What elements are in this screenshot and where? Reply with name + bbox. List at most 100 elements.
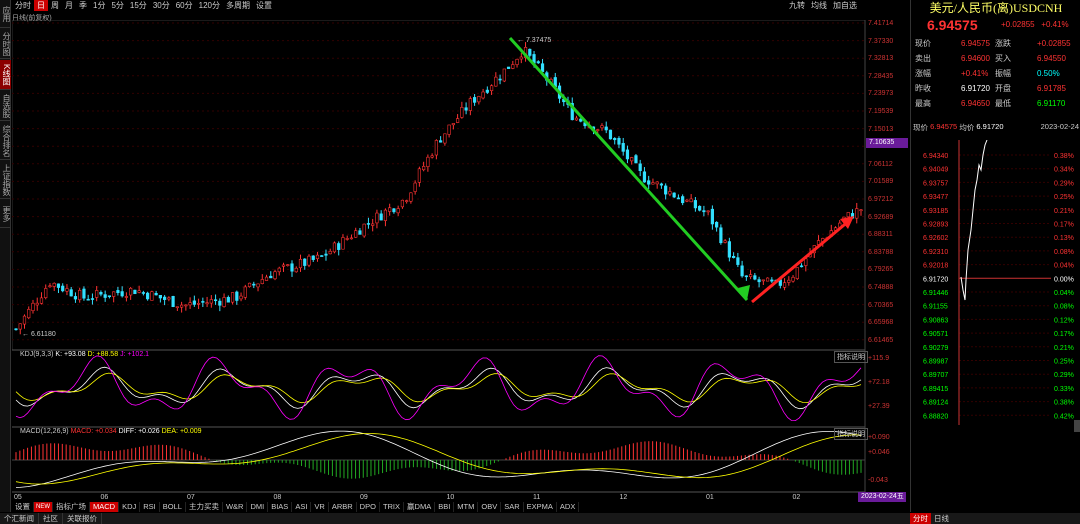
price-axis-label: 7.23973 — [868, 90, 894, 98]
sidebar-index[interactable]: 上证指数 — [0, 161, 11, 199]
candle-body — [205, 302, 209, 305]
macd-dea-line — [15, 433, 862, 485]
indicator-tab[interactable]: VR — [311, 502, 329, 512]
macd-axis-label: +0.046 — [868, 449, 890, 456]
macd-tab[interactable]: MACD — [90, 502, 120, 512]
indicator-tab[interactable]: OBV — [478, 502, 502, 512]
candle-body — [625, 149, 630, 160]
candle-body — [243, 286, 247, 298]
indicator-tab[interactable]: SAR — [501, 502, 524, 512]
candle-body — [638, 163, 642, 171]
candle-body — [73, 296, 78, 300]
quote-value: 6.91785 — [1037, 84, 1066, 93]
mini-tab-daily[interactable]: 日线 — [931, 513, 952, 524]
price-axis-label: 6.83788 — [868, 248, 894, 256]
candle-body — [655, 181, 659, 185]
candle-body — [188, 302, 192, 306]
indicator-tab[interactable]: MTM — [454, 502, 479, 512]
period-tab[interactable]: 120分 — [196, 0, 223, 11]
candle-body — [447, 124, 451, 135]
indicator-square-tab[interactable]: 指标广场 — [53, 502, 90, 512]
candle-body — [715, 221, 719, 228]
candle-body — [515, 58, 519, 65]
indicator-tab[interactable]: DPO — [357, 502, 380, 512]
month-label: 09 — [360, 494, 368, 501]
period-tab[interactable]: 1分 — [90, 0, 108, 11]
settings-tab[interactable]: 设置 — [12, 502, 34, 512]
candle-body — [307, 255, 311, 266]
indicator-tab[interactable]: W&R — [223, 502, 248, 512]
macd-info-button[interactable]: 指标说明 — [834, 428, 868, 440]
mini-price-label: 6.92018 — [923, 263, 948, 270]
candle-body — [672, 192, 676, 198]
status-news[interactable]: 个汇新闻 — [0, 513, 39, 524]
sidebar-kline[interactable]: K线图 — [0, 60, 11, 90]
price-axis-label: 6.97212 — [868, 196, 894, 203]
candle-body — [247, 282, 252, 287]
period-tab[interactable]: 周 — [48, 0, 62, 11]
price-axis-label: 6.88311 — [868, 231, 893, 239]
indicator-tab[interactable]: BOLL — [160, 502, 186, 512]
indicator-tab[interactable]: KDJ — [119, 502, 141, 512]
period-tab[interactable]: 60分 — [173, 0, 196, 11]
nine-turn-button[interactable]: 九转 — [786, 0, 808, 11]
indicator-tab[interactable]: RSI — [140, 502, 160, 512]
candle-body — [112, 291, 116, 297]
indicator-tab[interactable]: ASI — [292, 502, 312, 512]
mini-price-line — [960, 140, 988, 301]
sidebar-timeshare[interactable]: 分时图 — [0, 29, 11, 59]
indicator-tab[interactable]: ADX — [557, 502, 580, 512]
period-tab-active[interactable]: 日 — [34, 0, 48, 11]
period-tab[interactable]: 5分 — [108, 0, 126, 11]
mini-price-label: 6.88820 — [923, 413, 948, 420]
mini-price-label: 6.89707 — [923, 372, 948, 379]
quote-row: 涨幅 +0.41% 振幅 0.50% — [913, 66, 1079, 81]
indicator-tab[interactable]: 赢DMA — [404, 502, 436, 512]
mini-tabs: 分时 日线 — [910, 513, 952, 524]
indicator-tab[interactable]: TRIX — [380, 502, 405, 512]
sidebar-more[interactable]: 更多 — [0, 200, 11, 228]
indicator-tab[interactable]: DMI — [247, 502, 269, 512]
status-community[interactable]: 社区 — [39, 513, 63, 524]
mini-tab-timeshare[interactable]: 分时 — [910, 513, 931, 524]
quote-label: 昨收 — [915, 84, 931, 93]
candle-body — [137, 290, 141, 293]
candle-body — [320, 255, 324, 257]
add-watchlist-button[interactable]: 加自选 — [830, 0, 860, 11]
period-tab[interactable]: 设置 — [253, 0, 275, 11]
period-tab[interactable]: 15分 — [127, 0, 150, 11]
candle-body — [303, 258, 307, 266]
candle-body — [710, 208, 714, 225]
kdj-title: KDJ(9,3,3) — [20, 351, 54, 358]
candle-body — [685, 199, 689, 202]
candle-body — [383, 209, 388, 221]
left-sidebar: 应用 分时图 K线图 自选股 综合排名 上证指数 更多 — [0, 0, 11, 512]
kdj-k: K: +93.08 — [55, 351, 86, 358]
kdj-info-button[interactable]: 指标说明 — [834, 351, 868, 363]
sidebar-watchlist[interactable]: 自选股 — [0, 91, 11, 121]
indicator-tab[interactable]: EXPMA — [524, 502, 557, 512]
period-tab[interactable]: 30分 — [150, 0, 173, 11]
candle-body — [664, 185, 668, 195]
candle-body — [859, 209, 863, 212]
indicator-tab[interactable]: ARBR — [329, 502, 357, 512]
candle-body — [311, 255, 315, 260]
sidebar-ranking[interactable]: 综合排名 — [0, 122, 11, 160]
timeshare-chart[interactable]: 6.94340 0.38% 6.94049 0.34% 6.93757 0.29% 6.93… — [911, 140, 1079, 430]
period-tab[interactable]: 季 — [76, 0, 90, 11]
indicator-tab[interactable]: BBI — [435, 502, 455, 512]
ma-button[interactable]: 均线 — [808, 0, 830, 11]
indicator-tab[interactable]: 主力买卖 — [186, 502, 223, 512]
period-tab[interactable]: 多周期 — [223, 0, 253, 11]
period-tab[interactable]: 月 — [62, 0, 76, 11]
period-tab[interactable]: 分时 — [12, 0, 34, 11]
mini-pct-label: 0.25% — [1054, 359, 1074, 366]
candle-body — [855, 208, 859, 219]
scrollbar[interactable] — [1074, 420, 1080, 432]
sidebar-app[interactable]: 应用 — [0, 0, 11, 28]
status-related[interactable]: 关联报价 — [63, 513, 102, 524]
candle-body — [405, 200, 409, 202]
indicator-tab[interactable]: BIAS — [268, 502, 293, 512]
candle-body — [103, 294, 107, 298]
kdj-j-line — [15, 355, 862, 422]
